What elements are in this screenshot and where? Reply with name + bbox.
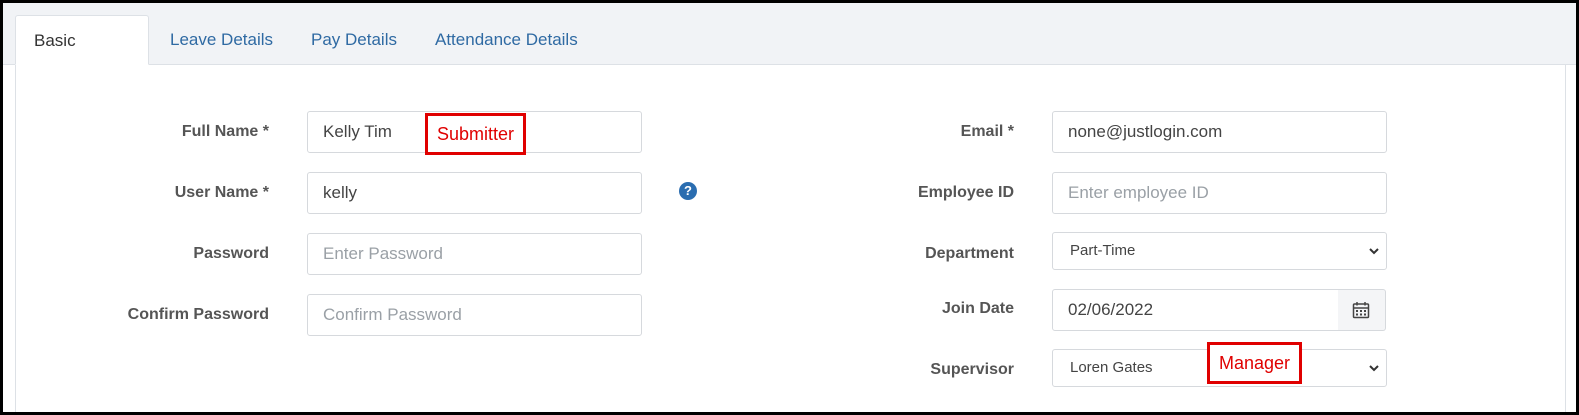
- tab-attendance-details[interactable]: Attendance Details: [417, 15, 596, 65]
- chevron-down-icon: [1369, 248, 1379, 255]
- user-name-input[interactable]: [307, 172, 642, 214]
- department-select[interactable]: Part-Time: [1052, 232, 1387, 270]
- join-date-input[interactable]: [1052, 289, 1339, 331]
- tab-pay-details[interactable]: Pay Details: [293, 15, 415, 65]
- submitter-annotation: Submitter: [425, 113, 527, 155]
- question-circle-icon[interactable]: ?: [679, 182, 697, 200]
- confirm-password-label: Confirm Password: [127, 306, 269, 323]
- tab-basic-details[interactable]: Basic Details: [15, 15, 149, 100]
- supervisor-selected-value: Loren Gates: [1070, 359, 1153, 376]
- password-input[interactable]: [307, 233, 642, 275]
- tab-bar: Basic Details Leave Details Pay Details …: [3, 3, 1576, 100]
- join-date-label: Join Date: [941, 300, 1014, 317]
- supervisor-label: Supervisor: [930, 361, 1014, 378]
- email-input[interactable]: [1052, 111, 1387, 153]
- department-label: Department: [925, 245, 1014, 262]
- manager-annotation: Manager: [1207, 342, 1303, 384]
- confirm-password-input[interactable]: [307, 294, 642, 336]
- user-name-label: User Name *: [174, 184, 269, 201]
- employee-form-window: Basic Details Leave Details Pay Details …: [0, 0, 1579, 415]
- employee-id-label: Employee ID: [917, 184, 1014, 201]
- email-label: Email *: [960, 123, 1014, 140]
- department-selected-value: Part-Time: [1070, 242, 1136, 259]
- calendar-icon: [1352, 302, 1370, 319]
- employee-id-input[interactable]: [1052, 172, 1387, 214]
- tab-leave-details[interactable]: Leave Details: [152, 15, 291, 65]
- full-name-label: Full Name *: [181, 123, 269, 140]
- calendar-button[interactable]: [1338, 289, 1386, 331]
- chevron-down-icon: [1369, 365, 1379, 372]
- password-label: Password: [193, 245, 269, 262]
